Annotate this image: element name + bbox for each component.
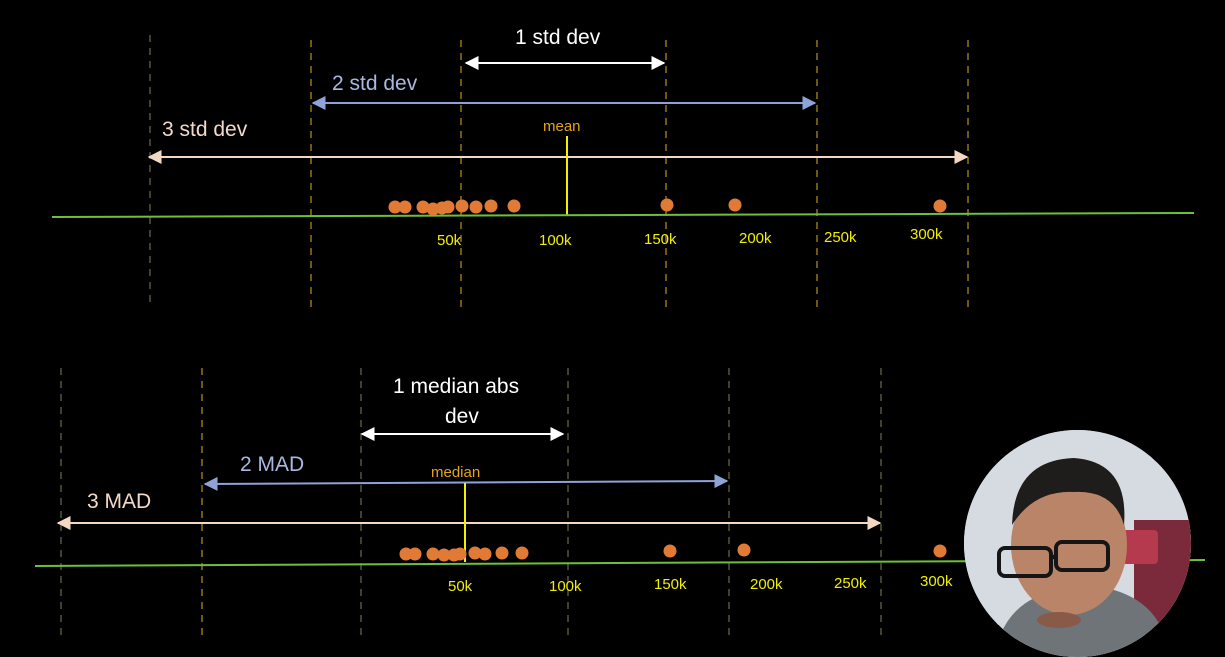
bottom-tick-200k: 200k xyxy=(750,576,783,593)
top-data-point xyxy=(398,200,412,214)
presenter-webcam-overlay xyxy=(964,430,1191,657)
top-boundaries xyxy=(149,35,969,312)
top-data-point xyxy=(484,199,498,213)
top-data-points xyxy=(388,198,947,216)
label-2-mad: 2 MAD xyxy=(240,453,305,476)
bottom-data-point xyxy=(737,543,751,557)
top-data-point xyxy=(728,198,742,212)
top-tick-300k: 300k xyxy=(910,226,943,243)
bottom-data-point xyxy=(933,544,947,558)
bottom-data-point xyxy=(478,547,492,561)
top-data-point xyxy=(455,199,469,213)
bottom-data-point xyxy=(408,547,422,561)
label-3-std-dev: 3 std dev xyxy=(162,118,248,141)
bottom-tick-250k: 250k xyxy=(834,575,867,592)
top-tick-50k: 50k xyxy=(437,232,462,249)
bottom-data-point xyxy=(663,544,677,558)
bottom-tick-100k: 100k xyxy=(549,578,582,595)
label-1-std-dev: 1 std dev xyxy=(515,26,601,49)
label-1-mad-line2: dev xyxy=(445,405,479,428)
bottom-data-point xyxy=(515,546,529,560)
top-tick-250k: 250k xyxy=(824,229,857,246)
top-tick-150k: 150k xyxy=(644,231,677,248)
bottom-tick-150k: 150k xyxy=(654,576,687,593)
label-1-mad-line1: 1 median abs xyxy=(393,375,520,398)
label-2-std-dev: 2 std dev xyxy=(332,72,418,95)
top-data-point xyxy=(933,199,947,213)
top-data-point xyxy=(660,198,674,212)
bottom-tick-300k: 300k xyxy=(920,573,953,590)
top-panel xyxy=(51,35,1195,312)
label-3-mad: 3 MAD xyxy=(87,490,152,513)
top-axis-line xyxy=(51,212,1195,218)
presenter-portrait xyxy=(964,430,1191,657)
top-data-point xyxy=(507,199,521,213)
bottom-data-points xyxy=(399,543,947,562)
bottom-data-point xyxy=(426,547,440,561)
mean-label: mean xyxy=(543,118,581,135)
top-tick-100k: 100k xyxy=(539,232,572,249)
bottom-tick-50k: 50k xyxy=(448,578,473,595)
bottom-data-point xyxy=(453,547,467,561)
bottom-data-point xyxy=(495,546,509,560)
top-data-point xyxy=(469,200,483,214)
top-data-point xyxy=(441,200,455,214)
median-label: median xyxy=(431,464,481,481)
top-tick-200k: 200k xyxy=(739,230,772,247)
